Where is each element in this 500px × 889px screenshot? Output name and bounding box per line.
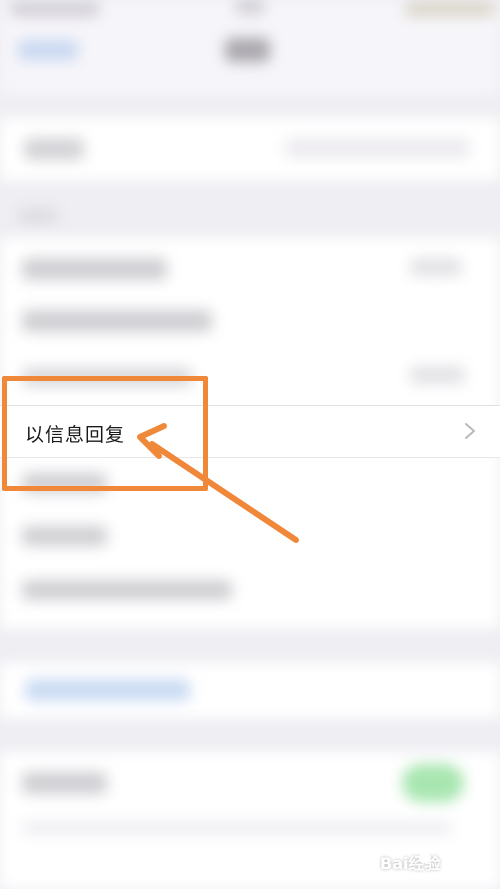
chevron-right-icon — [465, 423, 475, 439]
baidu-jingyan-watermark: Bai经验 — [380, 840, 498, 880]
paw-logo-icon — [417, 845, 433, 863]
blurred-card-link — [0, 663, 500, 718]
status-bar-area — [0, 0, 500, 95]
blurred-card-top — [0, 118, 500, 180]
highlight-box — [2, 376, 208, 491]
